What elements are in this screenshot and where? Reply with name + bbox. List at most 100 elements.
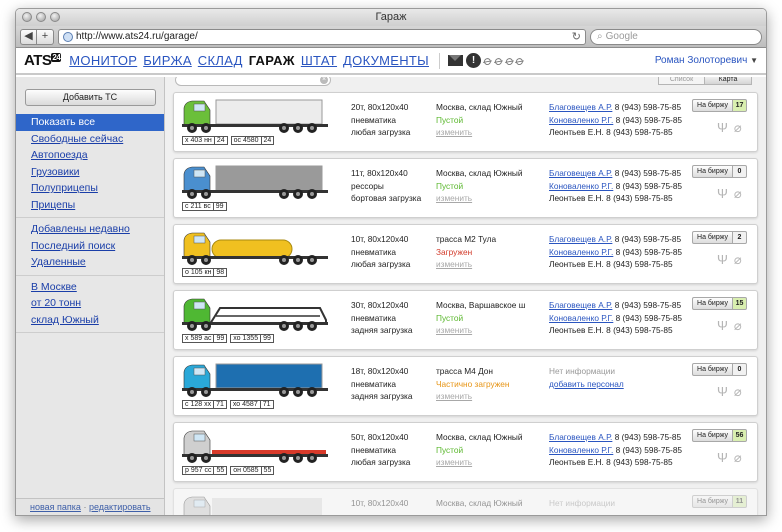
- contact-name[interactable]: Благовещев А.Р.: [549, 432, 612, 442]
- sidebar-item[interactable]: Свободные сейчас: [16, 131, 164, 148]
- license-plate: ос 4580 24: [230, 136, 275, 145]
- edit-status-link[interactable]: изменить: [436, 126, 544, 139]
- route-fork-icon[interactable]: Ψ: [717, 186, 728, 202]
- user-menu[interactable]: Роман Золоторевич ▼: [655, 55, 758, 66]
- edit-folders-link[interactable]: редактировать: [89, 502, 151, 512]
- chevron-down-icon: ▼: [750, 56, 758, 65]
- nav-item-1[interactable]: МОНИТОР: [69, 53, 137, 68]
- route-fork-icon[interactable]: Ψ: [717, 384, 728, 400]
- browser-toolbar: ◀ + http://www.ats24.ru/garage/ ↻ ⌕ Goog…: [16, 26, 766, 48]
- vehicle-image[interactable]: [180, 162, 330, 200]
- nav-item-4[interactable]: ГАРАЖ: [249, 53, 295, 68]
- minimize-window-button[interactable]: [36, 12, 46, 22]
- vehicle-location: Москва, Варшавское ш Пустой изменить: [436, 299, 544, 337]
- send-to-exchange-button[interactable]: На биржу: [692, 429, 733, 442]
- send-to-exchange-button[interactable]: На биржу: [692, 231, 733, 244]
- contact-name[interactable]: Коноваленко Р.Г.: [549, 445, 613, 455]
- new-tab-button[interactable]: +: [37, 28, 54, 45]
- new-folder-link[interactable]: новая папка: [30, 502, 81, 512]
- nav-item-2[interactable]: БИРЖА: [143, 53, 192, 68]
- contact-name[interactable]: Коноваленко Р.Г.: [549, 115, 613, 125]
- send-to-exchange-button[interactable]: На биржу: [692, 99, 733, 112]
- vehicle-image[interactable]: [180, 96, 330, 134]
- address-bar[interactable]: http://www.ats24.ru/garage/ ↻: [58, 28, 586, 45]
- edit-status-link[interactable]: изменить: [436, 192, 544, 205]
- paperclip-icon[interactable]: ⌀: [734, 252, 742, 268]
- spec-line: любая загрузка: [351, 457, 411, 467]
- sidebar-item[interactable]: Полуприцепы: [16, 180, 164, 197]
- back-button[interactable]: ◀: [20, 28, 37, 45]
- sidebar-item[interactable]: В Москве: [16, 279, 164, 296]
- contact-name[interactable]: Коноваленко Р.Г.: [549, 247, 613, 257]
- contact-name[interactable]: Благовещев А.Р.: [549, 300, 612, 310]
- add-staff-link[interactable]: добавить персонал: [549, 378, 687, 391]
- vehicle-contacts: Нет информации добавить персонал: [549, 365, 687, 390]
- vehicle-search-input[interactable]: ×: [175, 77, 331, 86]
- paperclip-icon[interactable]: ⌀: [734, 450, 742, 466]
- page-body: Добавить ТС Показать все Свободные сейчас…: [16, 77, 766, 515]
- route-fork-icon[interactable]: Ψ: [717, 252, 728, 268]
- paperclip-icon[interactable]: ⌀: [734, 318, 742, 334]
- sidebar-item[interactable]: Показать все: [16, 114, 164, 131]
- vehicle-card[interactable]: х 403 нн 24 ос 4580 24 20т, 80x120x40 пневмат…: [173, 92, 758, 152]
- browser-search-field[interactable]: ⌕ Google: [590, 28, 762, 45]
- paperclip-icon[interactable]: ⌀: [734, 120, 742, 136]
- location-text: трасса М4 Дон: [436, 366, 493, 376]
- contact-name[interactable]: Коноваленко Р.Г.: [549, 313, 613, 323]
- nav-item-5[interactable]: ШТАТ: [301, 53, 337, 68]
- vehicle-card[interactable]: с 128 хх 71 хо 4587 71 18т, 80x120x40 пневмат…: [173, 356, 758, 416]
- contact-name[interactable]: Благовещев А.Р.: [549, 234, 612, 244]
- send-to-exchange-button[interactable]: На биржу: [692, 165, 733, 178]
- route-fork-icon[interactable]: Ψ: [717, 120, 728, 136]
- sidebar-item[interactable]: Добавлены недавно: [16, 221, 164, 238]
- route-fork-icon[interactable]: Ψ: [717, 318, 728, 334]
- send-to-exchange-button[interactable]: На биржу: [692, 297, 733, 310]
- sidebar-item[interactable]: Удаленные: [16, 254, 164, 271]
- sidebar-item[interactable]: Последний поиск: [16, 238, 164, 255]
- contact-name[interactable]: Благовещев А.Р.: [549, 102, 612, 112]
- sidebar-item[interactable]: Грузовики: [16, 164, 164, 181]
- sidebar-item[interactable]: склад Южный: [16, 312, 164, 329]
- sidebar-item[interactable]: Прицепы: [16, 197, 164, 214]
- sidebar-item[interactable]: от 20 тонн: [16, 295, 164, 312]
- add-vehicle-button[interactable]: Добавить ТС: [24, 89, 156, 106]
- map-view-button[interactable]: Карта: [705, 77, 752, 85]
- route-fork-icon[interactable]: Ψ: [717, 450, 728, 466]
- sidebar-group: Показать все Свободные сейчас Автопоезда Гр…: [16, 114, 164, 218]
- edit-status-link[interactable]: изменить: [436, 390, 544, 403]
- sidebar-item[interactable]: Автопоезда: [16, 147, 164, 164]
- vehicle-card[interactable]: о 105 кн 98 10т, 80x120x40 пневматика любая …: [173, 224, 758, 284]
- list-view-button[interactable]: Список: [658, 77, 705, 85]
- status-text: Пустой: [436, 312, 464, 323]
- contact-name[interactable]: Коноваленко Р.Г.: [549, 181, 613, 191]
- contact-row: Благовещев А.Р. 8 (943) 598-75-85: [549, 299, 687, 312]
- paperclip-icon[interactable]: ⌀: [734, 384, 742, 400]
- vehicle-card[interactable]: с 211 вс 99 11т, 80x120x40 рессоры бортовая …: [173, 158, 758, 218]
- vehicle-card[interactable]: р 957 сс 55 он 0585 55 50т, 80x120x40 пневмат…: [173, 422, 758, 482]
- nav-item-3[interactable]: СКЛАД: [198, 53, 243, 68]
- vehicle-image[interactable]: [180, 228, 330, 266]
- vehicle-card[interactable]: х 589 ас 99 хо 1355 99 30т, 80x120x40 пневмат…: [173, 290, 758, 350]
- edit-status-link[interactable]: изменить: [436, 324, 544, 337]
- paperclip-icon[interactable]: ⌀: [734, 186, 742, 202]
- refresh-icon[interactable]: ↻: [572, 30, 581, 43]
- vehicle-image[interactable]: [180, 426, 330, 464]
- vehicle-image[interactable]: [180, 360, 330, 398]
- vehicle-image[interactable]: [180, 294, 330, 332]
- zoom-window-button[interactable]: [50, 12, 60, 22]
- send-to-exchange-button[interactable]: На биржу: [692, 495, 733, 508]
- mail-icon[interactable]: [447, 55, 463, 66]
- plate-region: 71: [259, 401, 273, 408]
- ats24-logo[interactable]: ATS24: [24, 52, 62, 69]
- contact-name[interactable]: Благовещев А.Р.: [549, 168, 612, 178]
- alert-icon[interactable]: !: [465, 53, 481, 68]
- vehicle-card[interactable]: 10т, 80x120x40 Москва, склад Южный Нет инф…: [173, 488, 758, 515]
- close-window-button[interactable]: [22, 12, 32, 22]
- nav-item-6[interactable]: ДОКУМЕНТЫ: [343, 53, 429, 68]
- send-to-exchange-button[interactable]: На биржу: [692, 363, 733, 376]
- plate-region: 24: [260, 137, 274, 144]
- vehicle-image[interactable]: [180, 492, 330, 515]
- edit-status-link[interactable]: изменить: [436, 258, 544, 271]
- edit-status-link[interactable]: изменить: [436, 456, 544, 469]
- clear-search-icon[interactable]: ×: [320, 77, 328, 84]
